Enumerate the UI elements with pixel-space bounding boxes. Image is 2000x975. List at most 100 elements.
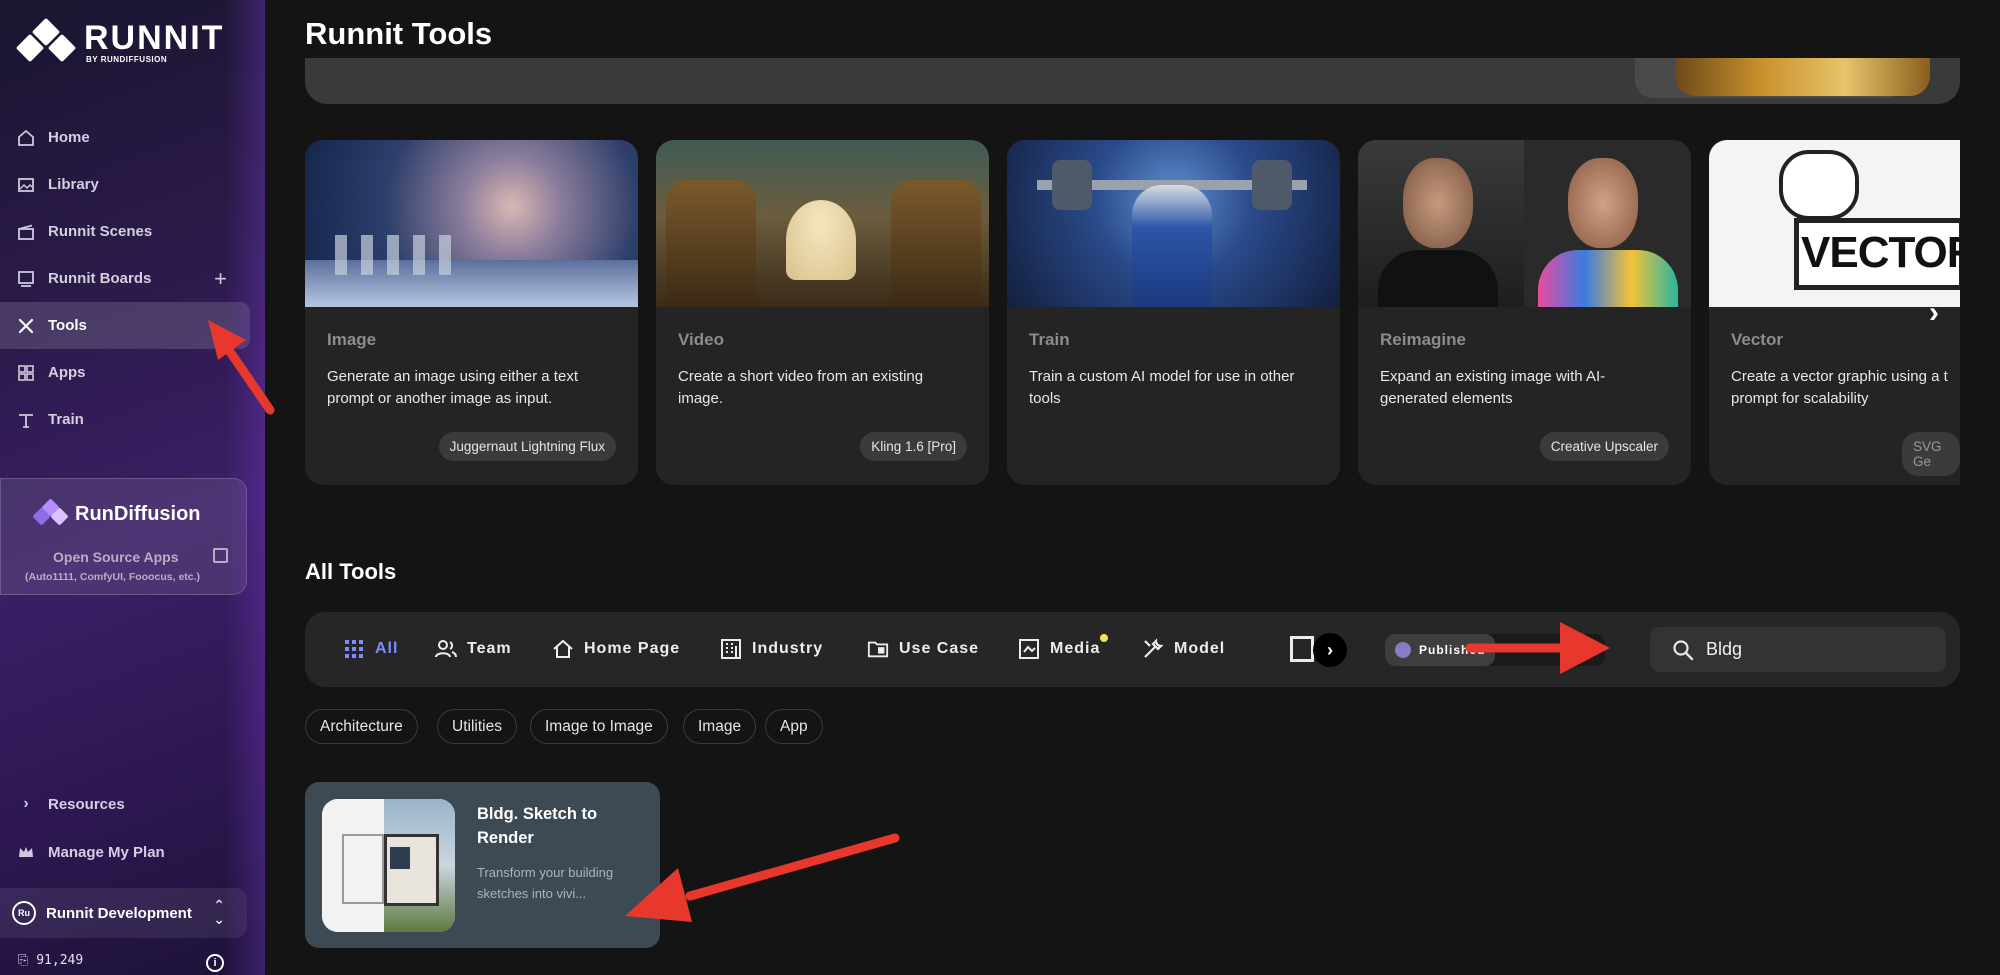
search-value: Bldg <box>1706 639 1743 659</box>
sidebar-item-label: Home <box>48 129 90 146</box>
search-input[interactable]: Bldg <box>1650 627 1946 672</box>
sidebar-item-train[interactable]: Train <box>0 396 265 443</box>
crown-icon <box>16 842 36 862</box>
workspace-name: Runnit Development <box>46 904 192 922</box>
runnit-logo[interactable]: RUNNIT BY RUNDIFFUSION <box>15 17 225 64</box>
info-icon[interactable]: i <box>206 954 224 972</box>
logo-title: RUNNIT <box>84 18 225 57</box>
rundiffusion-logo-icon <box>32 498 69 527</box>
logo-subtitle: BY RUNDIFFUSION <box>86 54 168 64</box>
tag-utilities[interactable]: Utilities <box>437 709 517 744</box>
tool-result-description: Transform your building sketches into vi… <box>477 865 614 901</box>
sidebar-item-runnit-scenes[interactable]: Runnit Scenes <box>0 208 265 255</box>
filter-all[interactable]: All <box>343 638 398 660</box>
image-icon <box>16 175 36 195</box>
tool-result-card[interactable]: Bldg. Sketch to Render Transform your bu… <box>305 782 660 948</box>
filter-industry[interactable]: Industry <box>720 638 823 660</box>
tool-card-video[interactable]: Video Create a short video from an exist… <box>656 140 989 485</box>
sidebar-item-label: Library <box>48 176 99 193</box>
board-icon <box>16 269 36 289</box>
credits-value: 91,249 <box>36 953 84 968</box>
tool-card-train[interactable]: Train Train a custom AI model for use in… <box>1007 140 1340 485</box>
tool-card-category: Reimagine <box>1380 330 1466 349</box>
sidebar-item-apps[interactable]: Apps <box>0 349 265 396</box>
tool-card-image[interactable]: Image Generate an image using either a t… <box>305 140 638 485</box>
published-toggle[interactable]: Published <box>1385 634 1605 666</box>
all-tools-title: All Tools <box>305 559 397 584</box>
sidebar-item-manage-plan[interactable]: Manage My Plan <box>0 828 265 876</box>
tool-card-model-tag[interactable]: Kling 1.6 [Pro] <box>860 432 967 461</box>
filter-home-page[interactable]: Home Page <box>552 638 680 660</box>
published-toggle-option[interactable]: Published <box>1385 634 1495 666</box>
dumbbell-icon <box>16 410 36 430</box>
external-link-icon <box>213 548 228 563</box>
sidebar-item-label: Apps <box>48 364 86 381</box>
filter-model[interactable]: Model <box>1142 638 1225 660</box>
sidebar-item-home[interactable]: Home <box>0 114 265 161</box>
workspace-avatar: Ru <box>12 901 36 925</box>
expand-collapse-icon: ⌃ ⌄ <box>213 897 225 927</box>
tag-image-to-image[interactable]: Image to Image <box>530 709 668 744</box>
app: RUNNIT BY RUNDIFFUSION Home Library Runn… <box>0 0 2000 975</box>
tool-card-description: Train a custom AI model for use in other… <box>1029 368 1295 407</box>
tool-result-title: Bldg. Sketch to Render <box>477 805 598 847</box>
sidebar-item-runnit-boards[interactable]: Runnit Boards + <box>0 255 265 302</box>
tool-card-train-thumbnail <box>1007 140 1340 307</box>
globe-icon <box>1395 642 1411 658</box>
tool-card-reimagine[interactable]: Reimagine Expand an existing image with … <box>1358 140 1691 485</box>
sidebar-item-label: Runnit Scenes <box>48 223 153 240</box>
vector-sign-text: VECTOR <box>1801 228 1960 277</box>
tool-card-description: Create a short video from an existing im… <box>678 368 924 407</box>
wrench-icon <box>1142 638 1164 660</box>
featured-banner[interactable] <box>305 58 1960 104</box>
media-icon <box>1018 638 1040 660</box>
carousel-next-button[interactable]: › <box>1929 296 1939 330</box>
house-icon <box>552 638 574 660</box>
home-icon <box>16 128 36 148</box>
filter-more-icon <box>1290 636 1314 662</box>
filter-label: Industry <box>752 640 824 657</box>
filter-label: All <box>375 640 399 657</box>
tool-card-model-tag[interactable]: Juggernaut Lightning Flux <box>438 432 616 461</box>
tool-card-category: Video <box>678 330 724 349</box>
credits-balance: ⎘ 91,249 <box>18 953 84 968</box>
tool-result-thumbnail <box>322 799 455 932</box>
banner-image <box>1675 58 1930 96</box>
sidebar-item-resources[interactable]: › Resources <box>0 780 265 828</box>
grid-icon <box>16 363 36 383</box>
runnit-logo-icon <box>15 17 77 64</box>
search-icon <box>1673 639 1694 660</box>
tag-app[interactable]: App <box>765 709 823 744</box>
tag-architecture[interactable]: Architecture <box>305 709 418 744</box>
folder-icon <box>867 638 889 660</box>
add-board-button[interactable]: + <box>214 266 227 292</box>
filter-label: Media <box>1050 640 1101 657</box>
tool-card-reimagine-thumbnail <box>1358 140 1691 307</box>
rundiffusion-card[interactable]: RunDiffusion Open Source Apps (Auto1111,… <box>0 478 247 595</box>
tag-image[interactable]: Image <box>683 709 757 744</box>
open-source-apps-subtitle: (Auto1111, ComfyUI, Fooocus, etc.) <box>25 571 201 583</box>
tool-card-category: Train <box>1029 330 1070 349</box>
sidebar-item-tools[interactable]: Tools <box>0 302 250 349</box>
tool-card-description: Expand an existing image with AI-generat… <box>1380 368 1606 407</box>
tool-card-model-tag[interactable]: SVG Ge <box>1902 432 1960 476</box>
page-title: Runnit Tools <box>305 16 493 51</box>
workspace-switcher[interactable]: Ru Runnit Development ⌃ ⌄ <box>0 888 247 938</box>
sidebar-item-label: Runnit Boards <box>48 270 152 287</box>
filter-label: Use Case <box>899 640 980 657</box>
filter-label: Model <box>1174 640 1226 657</box>
tools-icon <box>16 316 36 336</box>
tool-card-vector[interactable]: VECTOR Vector Create a vector graphic us… <box>1709 140 1960 485</box>
filter-bar: All Team Home Page Industry Use Case Med… <box>305 612 1960 687</box>
team-icon <box>435 638 457 660</box>
main-content: Runnit Tools Image Generate an image usi… <box>265 0 2000 975</box>
tool-card-description: Create a vector graphic using a t prompt… <box>1731 368 1948 407</box>
sidebar-item-library[interactable]: Library <box>0 161 265 208</box>
filter-scroll-next-button[interactable]: › <box>1313 633 1347 667</box>
filter-use-case[interactable]: Use Case <box>867 638 979 660</box>
filter-media[interactable]: Media <box>1018 634 1108 660</box>
tool-card-image-thumbnail <box>305 140 638 307</box>
tool-card-model-tag[interactable]: Creative Upscaler <box>1539 432 1669 461</box>
open-source-apps-link[interactable]: Open Source Apps <box>53 549 179 565</box>
filter-team[interactable]: Team <box>435 638 512 660</box>
